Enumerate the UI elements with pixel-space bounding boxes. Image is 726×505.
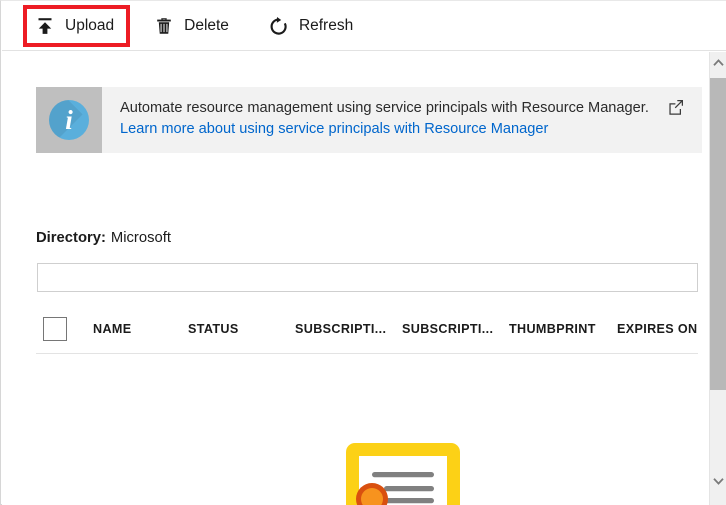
blade-content: i Automate resource management using ser…: [2, 51, 712, 505]
directory-label: Directory:: [36, 230, 106, 246]
directory-row: Directory: Microsoft: [36, 230, 171, 246]
scrollbar-thumb[interactable]: [710, 78, 726, 390]
refresh-icon: [268, 15, 290, 37]
upload-button-label: Upload: [65, 18, 114, 34]
certificate-icon: [342, 441, 464, 505]
trash-icon: [153, 15, 175, 37]
table-header-row: NAME STATUS SUBSCRIPTI... SUBSCRIPTI... …: [36, 315, 698, 353]
upload-icon: [34, 15, 56, 37]
directory-value: Microsoft: [111, 230, 171, 246]
chevron-up-icon: [713, 59, 724, 67]
certificates-blade: Upload Delete Refresh: [0, 0, 726, 505]
scrollbar-down-button[interactable]: [710, 472, 726, 489]
info-banner: i Automate resource management using ser…: [36, 87, 702, 153]
external-link-icon: [668, 99, 684, 115]
chevron-down-icon: [713, 477, 724, 485]
delete-button-label: Delete: [184, 18, 229, 34]
vertical-scrollbar[interactable]: [709, 52, 726, 505]
info-banner-icon-cell: i: [36, 87, 102, 153]
upload-button[interactable]: Upload: [24, 7, 127, 45]
select-all-checkbox[interactable]: [43, 317, 67, 341]
column-header-subscription-1[interactable]: SUBSCRIPTI...: [295, 322, 386, 336]
column-header-status[interactable]: STATUS: [188, 322, 239, 336]
info-banner-message: Automate resource management using servi…: [120, 100, 649, 116]
scrollbar-up-button[interactable]: [710, 54, 726, 71]
refresh-button-label: Refresh: [299, 18, 353, 34]
filter-input[interactable]: [37, 263, 698, 292]
delete-button[interactable]: Delete: [143, 7, 242, 45]
column-header-thumbprint[interactable]: THUMBPRINT: [509, 322, 596, 336]
table-header-divider: [36, 353, 698, 354]
column-header-subscription-2[interactable]: SUBSCRIPTI...: [402, 322, 493, 336]
info-banner-external-link[interactable]: [668, 87, 702, 153]
info-icon: i: [49, 100, 89, 140]
column-header-name[interactable]: NAME: [93, 322, 131, 336]
command-toolbar: Upload Delete Refresh: [2, 2, 726, 51]
info-banner-link[interactable]: Learn more about using service principal…: [120, 121, 548, 137]
info-banner-text: Automate resource management using servi…: [102, 87, 668, 153]
column-header-expires-on[interactable]: EXPIRES ON: [617, 322, 697, 336]
refresh-button[interactable]: Refresh: [258, 7, 366, 45]
info-icon-glyph: i: [65, 107, 73, 134]
